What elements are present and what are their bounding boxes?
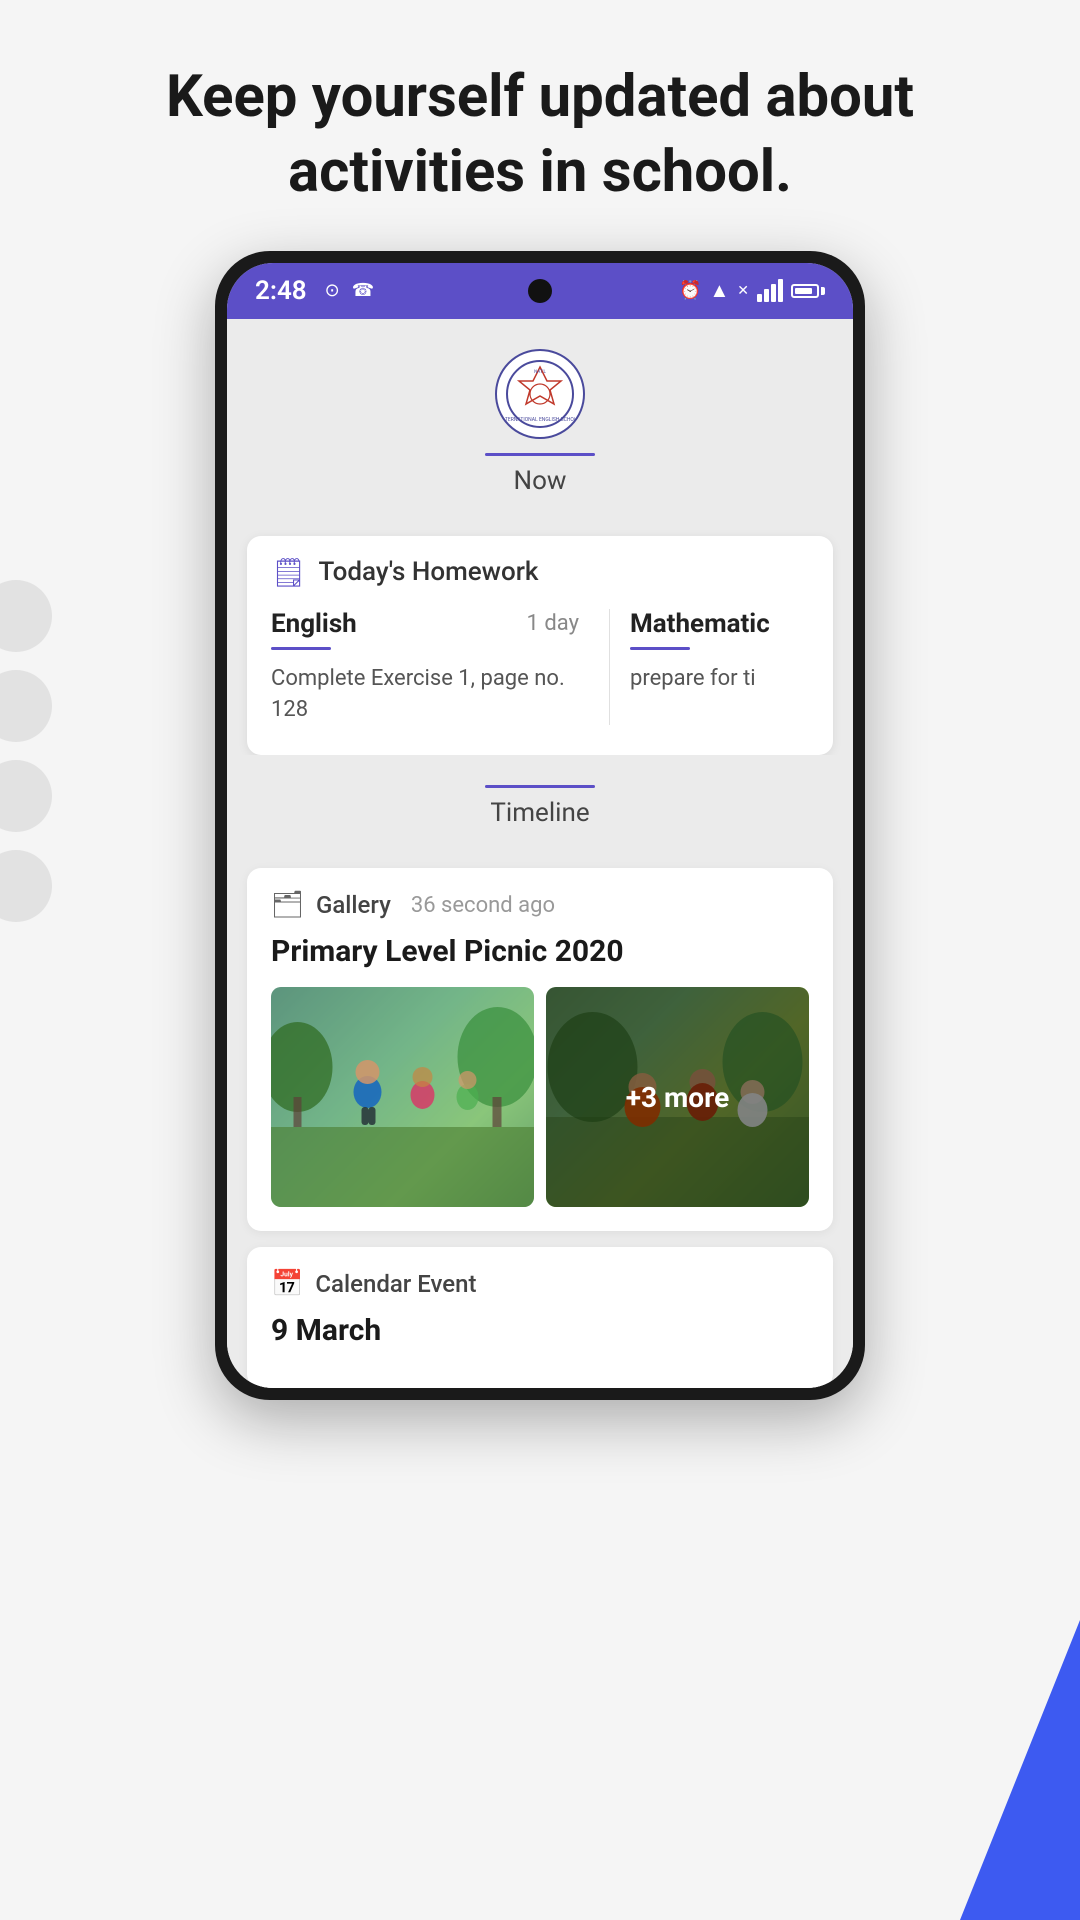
math-header: Mathematic <box>630 609 809 639</box>
gallery-time: 36 second ago <box>411 893 555 918</box>
homework-header: 🗒 Today's Homework <box>271 556 809 589</box>
signal-bars <box>757 279 783 302</box>
camera-notch <box>528 279 552 303</box>
map-icon: ⊙ <box>325 280 340 301</box>
calendar-card-header: 📅 Calendar Event <box>271 1269 809 1299</box>
calendar-type: Calendar Event <box>315 1270 476 1298</box>
gallery-title: Primary Level Picnic 2020 <box>271 934 809 969</box>
gallery-icon: 🗂 <box>271 890 304 920</box>
gallery-photo-2[interactable]: +3 more <box>546 987 809 1207</box>
signal-x-icon: ✕ <box>737 283 749 299</box>
decorative-circles <box>0 580 52 922</box>
wifi-icon: ▲ <box>709 278 729 303</box>
homework-icon: 🗒 <box>271 556 307 589</box>
timeline-tab-underline <box>485 785 595 788</box>
status-bar: 2:48 ⊙ ☎ ⏰ ▲ ✕ <box>227 263 853 319</box>
alarm-icon: ⏰ <box>679 280 701 301</box>
more-count: +3 more <box>626 1081 729 1114</box>
phone-screen: 2:48 ⊙ ☎ ⏰ ▲ ✕ <box>227 263 853 1389</box>
gallery-type: Gallery <box>316 891 391 919</box>
now-section: INTERNATIONAL ENGLISH SCHOOL NAT'L Now <box>227 319 853 536</box>
phone-frame: 2:48 ⊙ ☎ ⏰ ▲ ✕ <box>215 251 865 1401</box>
math-name: Mathematic <box>630 609 770 639</box>
gallery-card: 🗂 Gallery 36 second ago Primary Level Pi… <box>247 868 833 1231</box>
status-icons-left: ⊙ ☎ <box>325 280 375 301</box>
english-days: 1 day <box>527 611 579 636</box>
phone-wrapper: 2:48 ⊙ ☎ ⏰ ▲ ✕ <box>0 251 1080 1401</box>
svg-text:INTERNATIONAL ENGLISH SCHOOL: INTERNATIONAL ENGLISH SCHOOL <box>505 417 575 423</box>
math-underline <box>630 647 690 650</box>
homework-subjects: English 1 day Complete Exercise 1, page … <box>271 609 809 726</box>
calendar-date: 9 March <box>271 1313 809 1348</box>
gallery-card-header: 🗂 Gallery 36 second ago <box>271 890 809 920</box>
school-logo: INTERNATIONAL ENGLISH SCHOOL NAT'L <box>495 349 585 439</box>
page-title: Keep yourself updated about activities i… <box>0 0 1080 251</box>
svg-text:NAT'L: NAT'L <box>534 369 546 375</box>
decorative-triangle <box>960 1620 1080 1920</box>
app-content: INTERNATIONAL ENGLISH SCHOOL NAT'L Now 🗒… <box>227 319 853 1389</box>
page: Keep yourself updated about activities i… <box>0 0 1080 1920</box>
timeline-tab-label: Timeline <box>490 798 589 828</box>
status-icons-right: ⏰ ▲ ✕ <box>679 278 825 303</box>
timeline-section: Timeline <box>227 755 853 868</box>
now-tab-underline <box>485 453 595 456</box>
gallery-photo-1[interactable] <box>271 987 534 1207</box>
calendar-icon: 📅 <box>271 1269 303 1299</box>
english-header: English 1 day <box>271 609 579 639</box>
status-time: 2:48 <box>255 276 307 306</box>
subject-math: Mathematic prepare for ti <box>609 609 809 726</box>
english-desc: Complete Exercise 1, page no. 128 <box>271 664 579 726</box>
math-desc: prepare for ti <box>630 664 809 695</box>
english-underline <box>271 647 331 650</box>
whatsapp-icon: ☎ <box>352 280 374 301</box>
english-name: English <box>271 609 357 639</box>
homework-title: Today's Homework <box>319 557 539 587</box>
more-overlay: +3 more <box>546 987 809 1207</box>
gallery-images: +3 more <box>271 987 809 1207</box>
homework-card: 🗒 Today's Homework English 1 day <box>247 536 833 756</box>
battery-icon <box>791 284 825 298</box>
calendar-content-partial <box>271 1348 809 1368</box>
now-tab-label: Now <box>514 466 567 496</box>
subject-english: English 1 day Complete Exercise 1, page … <box>271 609 609 726</box>
calendar-card: 📅 Calendar Event 9 March <box>247 1247 833 1388</box>
